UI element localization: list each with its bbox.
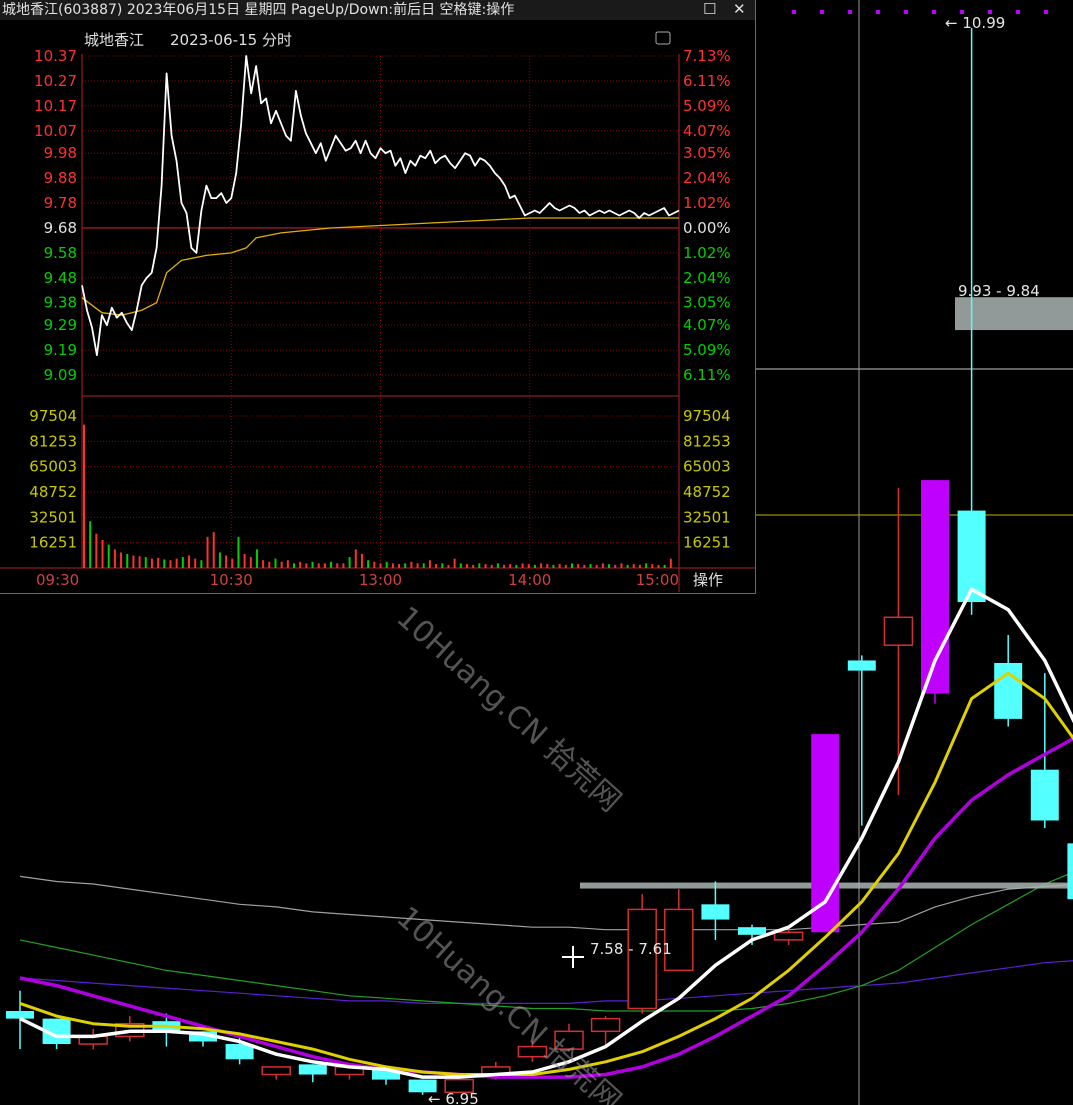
price-tick-label: 10.37 bbox=[34, 47, 77, 65]
high-price-label: ← 10.99 bbox=[945, 14, 1005, 32]
price-tick-label: 9.09 bbox=[44, 366, 77, 384]
watermark-text: 10Huang.CN 拾荒网 bbox=[390, 600, 628, 819]
price-tick-label: 9.48 bbox=[44, 269, 77, 287]
candle-body bbox=[261, 1066, 291, 1076]
intraday-chart: 城地香江 2023-06-15 分时 10.37 7.13% 10.27 6.11% 10.… bbox=[0, 31, 755, 592]
volume-tick-label: 65003 bbox=[683, 458, 731, 476]
candle-body bbox=[627, 908, 657, 1010]
candle-body bbox=[590, 1017, 621, 1033]
price-tick-label: 10.17 bbox=[34, 97, 77, 115]
time-tick-label: 15:00 bbox=[636, 571, 679, 589]
time-tick-label: 10:30 bbox=[210, 571, 253, 589]
layout-icon bbox=[655, 31, 671, 45]
candle-body bbox=[1030, 769, 1059, 821]
volume-tick-label: 81253 bbox=[683, 432, 731, 450]
candle-body bbox=[701, 904, 730, 920]
price-tick-label: 9.29 bbox=[44, 316, 77, 334]
volume-tick-label: 97504 bbox=[29, 407, 77, 425]
volume-tick-label: 16251 bbox=[29, 534, 77, 552]
volume-tick-label: 32501 bbox=[683, 508, 731, 526]
marker-dot bbox=[792, 10, 796, 14]
low-price-label: ← 6.95 bbox=[428, 1090, 479, 1105]
percent-tick-label: 1.02% bbox=[683, 194, 731, 212]
time-tick-label: 13:00 bbox=[359, 571, 402, 589]
price-tick-label: 10.07 bbox=[34, 122, 77, 140]
marker-dot bbox=[876, 10, 880, 14]
chart-stock-name: 城地香江 bbox=[84, 31, 144, 49]
percent-tick-label: 6.11% bbox=[683, 72, 731, 90]
percent-tick-label: 4.07% bbox=[683, 122, 731, 140]
ma-green-line bbox=[19, 871, 1073, 1012]
volume-tick-label: 81253 bbox=[29, 432, 77, 450]
candle-body bbox=[883, 616, 914, 646]
candle-body bbox=[1067, 843, 1073, 900]
time-tick-label: 14:00 bbox=[508, 571, 551, 589]
chart-date-label: 2023-06-15 分时 bbox=[170, 31, 292, 49]
ma-purple-thin-line bbox=[19, 960, 1073, 1005]
volume-tick-label: 97504 bbox=[683, 407, 731, 425]
time-tick-label: 09:30 bbox=[36, 571, 79, 589]
percent-tick-label: 4.07% bbox=[683, 316, 731, 334]
percent-tick-label: 6.11% bbox=[683, 366, 731, 384]
price-tick-label: 9.38 bbox=[44, 294, 77, 312]
candle-body bbox=[6, 1011, 34, 1019]
volume-tick-label: 32501 bbox=[29, 508, 77, 526]
percent-tick-label: 5.09% bbox=[683, 97, 731, 115]
volume-tick-label: 48752 bbox=[683, 483, 731, 501]
percent-tick-label: 3.05% bbox=[683, 294, 731, 312]
percent-tick-label: 7.13% bbox=[683, 47, 731, 65]
marker-dot bbox=[932, 10, 936, 14]
candle-body bbox=[298, 1064, 327, 1075]
operate-label: 操作 bbox=[693, 571, 723, 589]
price-tick-label: 9.98 bbox=[44, 144, 77, 162]
intraday-popup[interactable]: 城地香江(603887) 2023年06月15日 星期四 PageUp/Down… bbox=[0, 0, 756, 594]
price-range-box bbox=[955, 297, 1073, 331]
price-tick-label: 9.78 bbox=[44, 194, 77, 212]
price-tick-label: 9.19 bbox=[44, 341, 77, 359]
popup-title: 城地香江(603887) 2023年06月15日 星期四 PageUp/Down… bbox=[2, 2, 515, 18]
marker-dot bbox=[820, 10, 824, 14]
marker-dot bbox=[904, 10, 908, 14]
candle-body bbox=[773, 931, 804, 941]
percent-tick-label: 2.04% bbox=[683, 269, 731, 287]
percent-tick-label: 0.00% bbox=[683, 219, 731, 237]
percent-tick-label: 3.05% bbox=[683, 144, 731, 162]
price-tick-label: 9.58 bbox=[44, 244, 77, 262]
range-price-label: 9.93 - 9.84 bbox=[958, 282, 1040, 300]
candle-body bbox=[738, 927, 766, 935]
marker-dot bbox=[1016, 10, 1020, 14]
range-price-label: 7.58 - 7.61 bbox=[590, 940, 672, 958]
marker-dot bbox=[848, 10, 852, 14]
price-line bbox=[81, 55, 680, 357]
volume-tick-label: 65003 bbox=[29, 458, 77, 476]
volume-tick-label: 48752 bbox=[29, 483, 77, 501]
percent-tick-label: 2.04% bbox=[683, 169, 731, 187]
marker-dot bbox=[1044, 10, 1048, 14]
percent-tick-label: 1.02% bbox=[683, 244, 731, 262]
percent-tick-label: 5.09% bbox=[683, 341, 731, 359]
restore-icon[interactable]: ☐ bbox=[703, 0, 716, 19]
close-icon[interactable]: ✕ bbox=[733, 0, 746, 19]
candle-body bbox=[994, 663, 1023, 719]
popup-titlebar[interactable]: 城地香江(603887) 2023年06月15日 星期四 PageUp/Down… bbox=[0, 0, 755, 20]
price-tick-label: 10.27 bbox=[34, 72, 77, 90]
price-tick-label: 9.88 bbox=[44, 169, 77, 187]
candle-body bbox=[847, 660, 876, 671]
price-tick-label: 9.68 bbox=[44, 219, 77, 237]
volume-tick-label: 16251 bbox=[683, 534, 731, 552]
